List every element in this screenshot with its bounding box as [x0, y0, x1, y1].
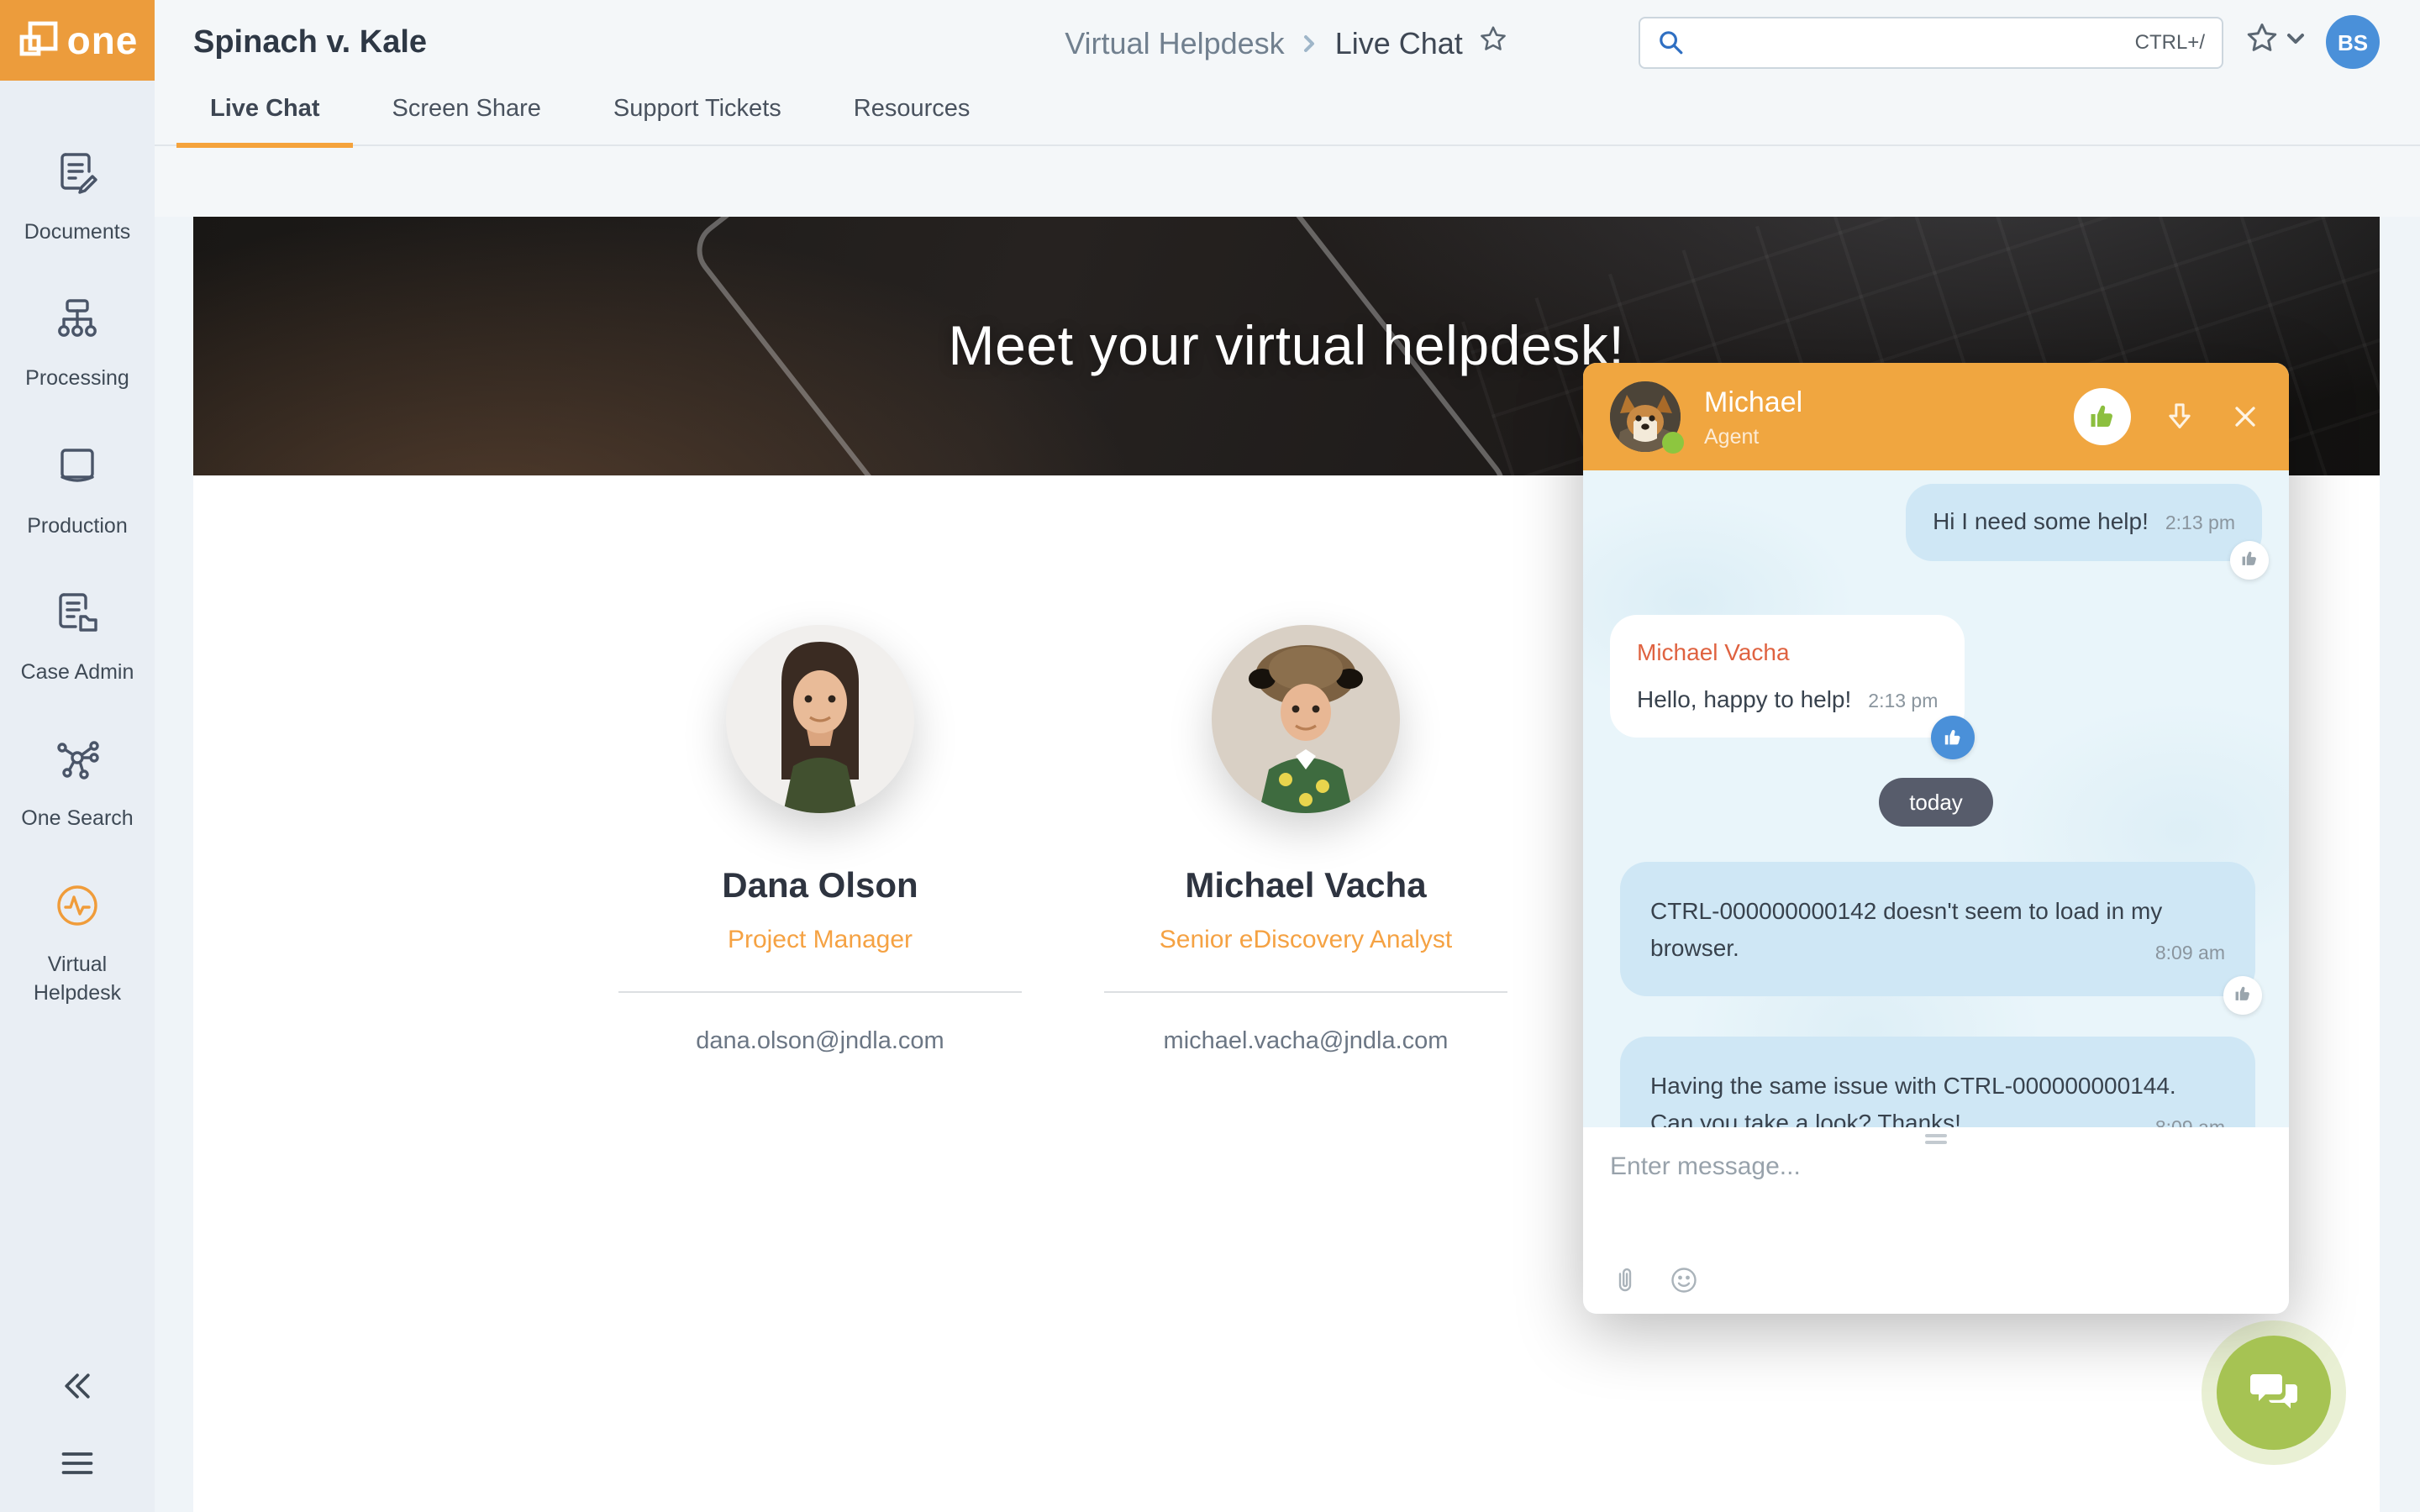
close-chat-button[interactable] [2228, 400, 2262, 433]
sidebar-item-production[interactable]: Production [0, 417, 155, 564]
tab-support-tickets[interactable]: Support Tickets [597, 96, 798, 144]
app-root: one Documents Processing Production Case Ad… [0, 0, 2420, 1512]
chat-bubbles-icon [2247, 1366, 2301, 1420]
team-member-name: Michael Vacha [1185, 867, 1426, 907]
outgoing-message: Having the same issue with CTRL-00000000… [1620, 1037, 2255, 1127]
favorites-menu[interactable] [2244, 19, 2306, 65]
favorites-star-icon [2244, 19, 2281, 65]
message-text: CTRL-000000000142 doesn't seem to load i… [1650, 898, 2162, 961]
team-card-dana-olson: Dana Olson Project Manager dana.olson@jndl… [585, 625, 1055, 1055]
attachment-icon[interactable] [1610, 1265, 1640, 1295]
topbar: Spinach v. Kale Virtual Helpdesk Live Ch… [155, 0, 2420, 84]
logo-text: one [67, 21, 139, 60]
emoji-icon[interactable] [1669, 1265, 1699, 1295]
favorite-page-star-icon[interactable] [1478, 24, 1510, 64]
message-time: 8:09 am [2155, 941, 2225, 971]
like-message-button[interactable] [2223, 976, 2262, 1015]
arrow-down-icon [2163, 400, 2196, 433]
sidebar-item-virtual-helpdesk[interactable]: Virtual Helpdesk [0, 858, 155, 1032]
tab-resources[interactable]: Resources [837, 96, 987, 144]
app-logo[interactable]: one [0, 0, 155, 81]
incoming-message: Michael Vacha Hello, happy to help! 2:13 p… [1610, 615, 1965, 738]
sidebar-item-processing[interactable]: Processing [0, 271, 155, 418]
minimize-chat-button[interactable] [2163, 400, 2196, 433]
agent-role: Agent [1704, 424, 2074, 448]
user-avatar[interactable]: BS [2326, 15, 2380, 69]
chat-message-list[interactable]: Hi I need some help!2:13 pmMichael Vacha… [1583, 470, 2289, 1127]
message-text: Hello, happy to help! [1637, 685, 1851, 711]
sidebar-item-one-search[interactable]: One Search [0, 711, 155, 858]
sidebar-item-label: Production [27, 512, 128, 539]
documents-icon [52, 148, 103, 207]
hamburger-icon [59, 1445, 96, 1482]
like-message-button[interactable] [2230, 541, 2269, 580]
tab-live-chat[interactable]: Live Chat [193, 96, 337, 144]
divider [1104, 991, 1507, 993]
resize-handle[interactable] [1925, 1134, 1947, 1144]
chat-date-divider: today [1879, 779, 1993, 827]
sidebar-item-label: Virtual Helpdesk [3, 952, 151, 1006]
sidebar-item-label: One Search [21, 805, 133, 832]
team-photo [1212, 625, 1400, 813]
search-shortcut-hint: CTRL+/ [2135, 30, 2205, 54]
online-status-dot [1662, 432, 1684, 454]
team-member-email[interactable]: dana.olson@jndla.com [696, 1028, 944, 1055]
search-input[interactable] [1697, 29, 2122, 55]
sidebar-nav: Documents Processing Production Case Admin O… [0, 124, 155, 1032]
chat-input-area [1583, 1127, 2289, 1314]
production-icon [52, 441, 103, 500]
chat-header: Michael Agent [1583, 363, 2289, 470]
message-time: 8:09 am [2155, 1115, 2225, 1127]
outgoing-message: Hi I need some help! 2:13 pm [1906, 484, 2262, 561]
message-time: 2:13 pm [2165, 514, 2235, 534]
message-input[interactable] [1610, 1152, 2262, 1181]
hero-title: Meet your virtual helpdesk! [949, 314, 1625, 378]
chevron-down-icon [2286, 27, 2306, 57]
outgoing-message: CTRL-000000000142 doesn't seem to load i… [1620, 863, 2255, 996]
tab-screen-share[interactable]: Screen Share [376, 96, 558, 144]
case-admin-icon [52, 588, 103, 647]
message-sender: Michael Vacha [1637, 635, 1938, 671]
team-photo [726, 625, 914, 813]
processing-icon [52, 295, 103, 354]
sidebar: one Documents Processing Production Case Ad… [0, 0, 155, 1512]
open-chat-fab[interactable] [2217, 1336, 2331, 1450]
double-chevron-left-icon [59, 1368, 96, 1404]
sidebar-item-label: Case Admin [21, 659, 134, 686]
sidebar-collapse-button[interactable] [59, 1368, 96, 1404]
agent-avatar [1610, 381, 1681, 452]
close-icon [2228, 400, 2262, 433]
breadcrumb-current: Live Chat [1335, 26, 1463, 61]
team-member-role: Senior eDiscovery Analyst [1160, 926, 1453, 954]
thumbs-up-icon [2087, 402, 2118, 432]
message-time: 2:13 pm [1868, 691, 1938, 711]
sidebar-menu-button[interactable] [59, 1445, 96, 1482]
rate-chat-button[interactable] [2074, 388, 2131, 445]
sidebar-item-documents[interactable]: Documents [0, 124, 155, 271]
team-member-name: Dana Olson [722, 867, 918, 907]
team-member-email[interactable]: michael.vacha@jndla.com [1164, 1028, 1449, 1055]
search-icon [1657, 29, 1684, 55]
sidebar-item-case-admin[interactable]: Case Admin [0, 564, 155, 711]
agent-name: Michael [1704, 386, 2074, 419]
message-text: Having the same issue with CTRL-00000000… [1650, 1072, 2176, 1127]
divider [618, 991, 1022, 993]
liked-reaction-badge[interactable] [1931, 717, 1975, 760]
breadcrumb-separator [1300, 26, 1320, 61]
virtual-helpdesk-icon [52, 881, 103, 940]
tabs-row: Live Chat Screen Share Support Tickets Reso… [155, 84, 2420, 146]
one-search-icon [52, 734, 103, 793]
team-card-michael-vacha: Michael Vacha Senior eDiscovery Analyst mi… [1071, 625, 1541, 1055]
chat-widget: Michael Agent [1583, 363, 2289, 1314]
team-member-role: Project Manager [728, 926, 913, 954]
global-search: CTRL+/ [1639, 16, 2223, 68]
logo-squares-icon [17, 18, 60, 62]
sidebar-item-label: Processing [25, 365, 129, 393]
sidebar-item-label: Documents [24, 218, 130, 246]
breadcrumb-parent[interactable]: Virtual Helpdesk [1065, 26, 1285, 61]
message-text: Hi I need some help! [1933, 507, 2149, 534]
